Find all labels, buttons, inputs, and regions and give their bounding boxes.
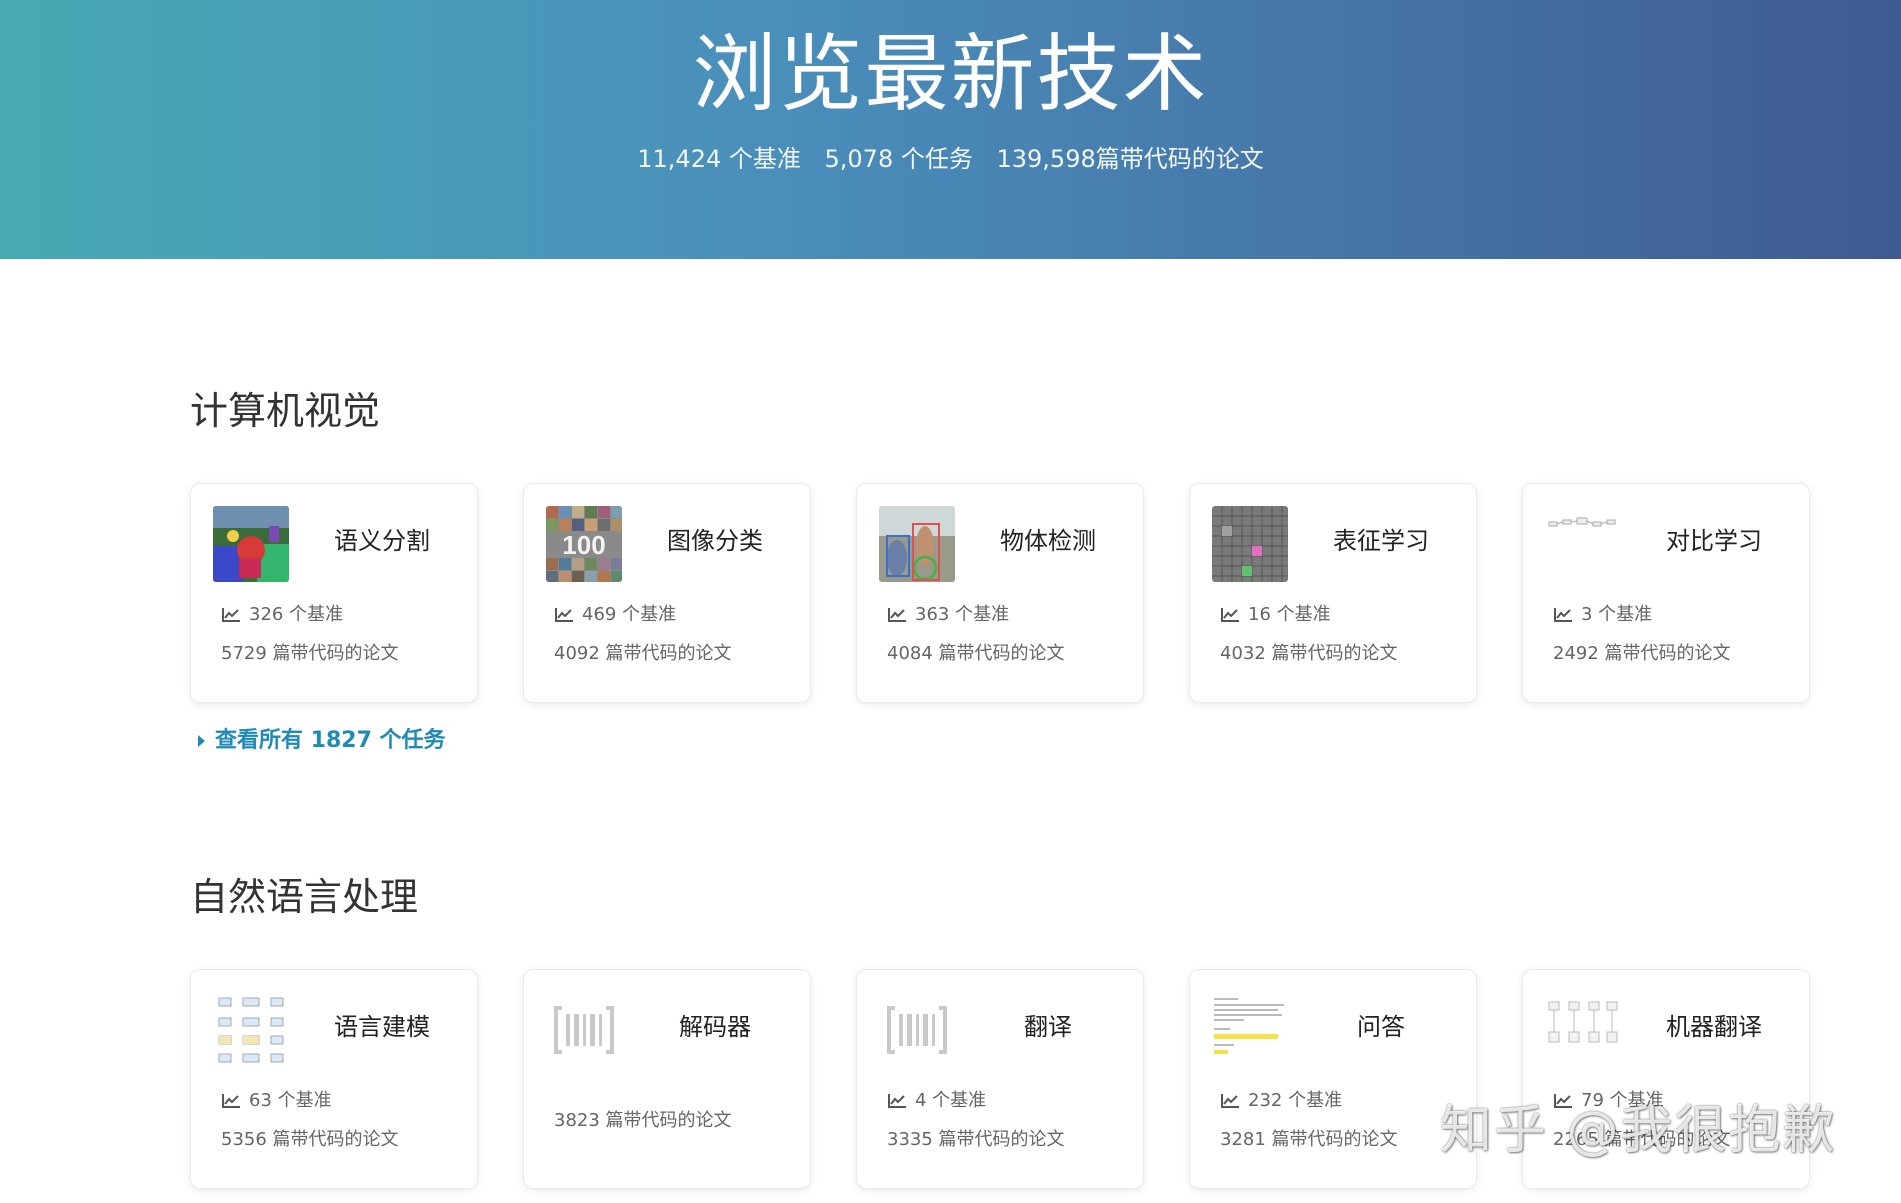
task-card-papers: 3335 篇带代码的论文 [887, 1129, 1065, 1150]
benchmark-label: 469 个基准 [582, 604, 677, 625]
task-card-language-modelling[interactable]: 语言建模 63 个基准 5356 篇带代码的论文 [190, 969, 478, 1189]
task-card-title: 图像分类 [667, 527, 763, 555]
line-chart-icon [222, 1094, 240, 1108]
task-card-papers: 3281 篇带代码的论文 [1220, 1129, 1398, 1150]
task-card-row: 语义分割 326 个基准 5729 篇带代码的论文 100 图像分类 469 个… [190, 483, 1811, 708]
hero-banner: 浏览最新技术 11,424 个基准 5,078 个任务 139,598篇带代码的… [0, 0, 1901, 259]
line-chart-icon [1554, 608, 1572, 622]
page-title: 浏览最新技术 [692, 25, 1209, 123]
svg-text:100: 100 [562, 530, 605, 560]
section-title: 自然语言处理 [190, 875, 419, 919]
task-card-title: 翻译 [1024, 1013, 1072, 1041]
task-card-image-classification[interactable]: 100 图像分类 469 个基准 4092 篇带代码的论文 [523, 483, 811, 703]
task-card-benchmarks: 326 个基准 [221, 602, 343, 628]
task-card-papers: 4092 篇带代码的论文 [554, 643, 732, 664]
section-title: 计算机视觉 [190, 389, 381, 433]
placeholder-bracket-icon [879, 992, 955, 1068]
task-card-title: 解码器 [679, 1013, 751, 1041]
task-card-benchmarks: 63 个基准 [221, 1088, 332, 1114]
machine-translation-thumb [1545, 992, 1621, 1068]
task-card-title: 对比学习 [1666, 527, 1762, 555]
task-card-papers: 4084 篇带代码的论文 [887, 643, 1065, 664]
contrastive-thumb [1545, 506, 1621, 582]
detection-thumb [879, 506, 955, 582]
line-chart-icon [222, 608, 240, 622]
task-card-question-answering[interactable]: 问答 232 个基准 3281 篇带代码的论文 [1189, 969, 1477, 1189]
language-model-thumb [213, 992, 289, 1068]
hero-stats: 11,424 个基准 5,078 个任务 139,598篇带代码的论文 [0, 144, 1901, 174]
task-card-title: 问答 [1357, 1013, 1405, 1041]
paper-count: 139,598篇带代码的论文 [996, 145, 1264, 173]
line-chart-icon [888, 608, 906, 622]
task-card-benchmarks: 232 个基准 [1220, 1088, 1342, 1114]
qa-thumb [1212, 992, 1288, 1068]
line-chart-icon [1221, 608, 1239, 622]
task-card-benchmarks: 4 个基准 [887, 1088, 986, 1114]
task-card-papers: 5729 篇带代码的论文 [221, 643, 399, 664]
task-card-title: 语言建模 [334, 1013, 430, 1041]
benchmark-label: 16 个基准 [1248, 604, 1331, 625]
segmentation-thumb [213, 506, 289, 582]
task-card-representation-learning[interactable]: 表征学习 16 个基准 4032 篇带代码的论文 [1189, 483, 1477, 703]
task-card-title: 物体检测 [1000, 527, 1096, 555]
caret-right-icon [198, 735, 205, 747]
benchmark-label: 4 个基准 [915, 1090, 987, 1111]
task-card-papers: 5356 篇带代码的论文 [221, 1129, 399, 1150]
task-card-title: 语义分割 [334, 527, 430, 555]
classification-thumb: 100 [546, 506, 622, 582]
task-card-benchmarks: 363 个基准 [887, 602, 1009, 628]
task-card-decoder[interactable]: 解码器 3823 篇带代码的论文 [523, 969, 811, 1189]
see-all-label: 查看所有 1827 个任务 [215, 728, 446, 753]
benchmark-label: 3 个基准 [1581, 604, 1653, 625]
representation-thumb [1212, 506, 1288, 582]
line-chart-icon [888, 1094, 906, 1108]
task-card-title: 表征学习 [1333, 527, 1429, 555]
task-card-title: 机器翻译 [1666, 1013, 1762, 1041]
task-card-semantic-segmentation[interactable]: 语义分割 326 个基准 5729 篇带代码的论文 [190, 483, 478, 703]
line-chart-icon [1221, 1094, 1239, 1108]
task-card-benchmarks: 3 个基准 [1553, 602, 1652, 628]
task-card-papers: 2492 篇带代码的论文 [1553, 643, 1731, 664]
watermark: 知乎 @我很抱歉 [1440, 1101, 1837, 1161]
placeholder-bracket-icon [546, 992, 622, 1068]
benchmark-label: 63 个基准 [249, 1090, 332, 1111]
section-computer-vision: 计算机视觉 语义分割 326 个基准 5729 篇带代码的论文 100 图像分类… [190, 386, 1811, 756]
task-card-object-detection[interactable]: 物体检测 363 个基准 4084 篇带代码的论文 [856, 483, 1144, 703]
line-chart-icon [555, 608, 573, 622]
benchmark-count: 11,424 个基准 [637, 145, 801, 173]
task-card-benchmarks: 16 个基准 [1220, 602, 1331, 628]
task-card-papers: 4032 篇带代码的论文 [1220, 643, 1398, 664]
benchmark-label: 326 个基准 [249, 604, 344, 625]
task-card-contrastive-learning[interactable]: 对比学习 3 个基准 2492 篇带代码的论文 [1522, 483, 1810, 703]
see-all-tasks-link[interactable]: 查看所有 1827 个任务 [198, 726, 1811, 756]
task-count: 5,078 个任务 [824, 145, 973, 173]
task-card-papers: 3823 篇带代码的论文 [554, 1110, 732, 1131]
task-card-translation[interactable]: 翻译 4 个基准 3335 篇带代码的论文 [856, 969, 1144, 1189]
benchmark-label: 232 个基准 [1248, 1090, 1343, 1111]
task-card-benchmarks: 469 个基准 [554, 602, 676, 628]
benchmark-label: 363 个基准 [915, 604, 1010, 625]
